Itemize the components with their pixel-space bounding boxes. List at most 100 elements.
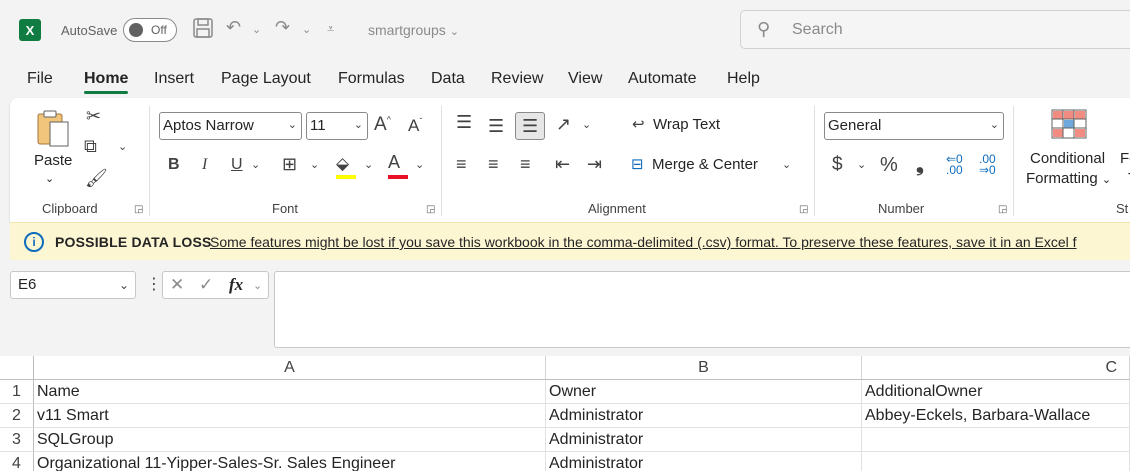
increase-indent-icon[interactable]: ⇥ bbox=[587, 154, 602, 175]
row-header[interactable]: 2 bbox=[0, 404, 34, 428]
insert-function-button[interactable]: fx bbox=[229, 275, 243, 295]
clipboard-launcher-icon[interactable]: ◲ bbox=[134, 204, 143, 215]
number-format-value: General bbox=[828, 117, 882, 134]
tab-file[interactable]: File bbox=[27, 70, 53, 88]
cell-a3[interactable]: SQLGroup bbox=[34, 428, 546, 452]
align-center-icon[interactable]: ≡ bbox=[488, 154, 499, 175]
formula-input[interactable] bbox=[274, 271, 1130, 348]
font-color-button[interactable]: A bbox=[388, 152, 408, 179]
align-left-icon[interactable]: ≡ bbox=[456, 154, 467, 175]
save-icon[interactable] bbox=[192, 17, 214, 44]
autosave-label: AutoSave bbox=[61, 23, 118, 38]
top-align-icon[interactable]: ☰ bbox=[456, 112, 472, 133]
font-name-select[interactable]: Aptos Narrow ⌄ bbox=[159, 112, 302, 140]
number-group-label: Number bbox=[878, 201, 925, 216]
cell-a2[interactable]: v11 Smart bbox=[34, 404, 546, 428]
cell-c4[interactable] bbox=[862, 452, 1130, 471]
column-header-a[interactable]: A bbox=[34, 356, 546, 380]
column-header-b[interactable]: B bbox=[546, 356, 862, 380]
redo-dropdown-icon[interactable]: ⌄ bbox=[302, 23, 311, 36]
percent-button[interactable]: % bbox=[880, 154, 898, 177]
toggle-knob bbox=[129, 23, 143, 37]
italic-button[interactable]: I bbox=[202, 156, 207, 174]
paste-button[interactable]: Paste ⌄ bbox=[34, 108, 74, 185]
search-box[interactable]: ⚲ Search bbox=[740, 10, 1130, 49]
fill-color-button[interactable]: ⬙ bbox=[336, 154, 356, 179]
undo-icon[interactable]: ↶ bbox=[226, 17, 241, 38]
currency-dropdown-icon[interactable]: ⌄ bbox=[857, 158, 866, 171]
tab-help[interactable]: Help bbox=[727, 70, 760, 88]
tab-home[interactable]: Home bbox=[84, 70, 129, 94]
borders-icon[interactable]: ⊞ bbox=[282, 154, 297, 175]
cell-c2[interactable]: Abbey-Eckels, Barbara-Wallace bbox=[862, 404, 1130, 428]
fill-color-dropdown-icon[interactable]: ⌄ bbox=[364, 158, 373, 171]
enter-icon[interactable]: ✓ bbox=[199, 275, 213, 295]
redo-icon[interactable]: ↷ bbox=[275, 17, 290, 38]
align-right-icon[interactable]: ≡ bbox=[520, 154, 531, 175]
bold-button[interactable]: B bbox=[168, 156, 180, 174]
borders-dropdown-icon[interactable]: ⌄ bbox=[310, 158, 319, 171]
orientation-icon[interactable]: ↗ bbox=[556, 114, 571, 135]
increase-font-size-icon[interactable]: A^ bbox=[374, 114, 391, 136]
copy-dropdown-icon[interactable]: ⌄ bbox=[118, 140, 127, 153]
middle-align-icon[interactable]: ☰ bbox=[488, 116, 504, 137]
comma-button[interactable]: ❟ bbox=[916, 154, 924, 177]
cell-c3[interactable] bbox=[862, 428, 1130, 452]
decrease-decimal-icon[interactable]: .00 ⇒0 bbox=[979, 153, 996, 176]
cell-b1[interactable]: Owner bbox=[546, 380, 862, 404]
tab-view[interactable]: View bbox=[568, 70, 602, 88]
merge-center-button[interactable]: ⊟ Merge & Center bbox=[631, 155, 758, 174]
select-all-corner[interactable] bbox=[0, 356, 34, 380]
customize-toolbar-icon[interactable]: ⩡ bbox=[327, 21, 334, 37]
tab-page-layout[interactable]: Page Layout bbox=[221, 70, 311, 88]
font-launcher-icon[interactable]: ◲ bbox=[426, 204, 435, 215]
row-header[interactable]: 1 bbox=[0, 380, 34, 404]
name-box[interactable]: E6 ⌄ bbox=[10, 271, 136, 299]
alignment-launcher-icon[interactable]: ◲ bbox=[799, 204, 808, 215]
font-group-label: Font bbox=[272, 201, 299, 216]
number-launcher-icon[interactable]: ◲ bbox=[998, 204, 1007, 215]
cell-b2[interactable]: Administrator bbox=[546, 404, 862, 428]
bottom-align-button[interactable]: ☰ bbox=[515, 112, 545, 140]
cell-c1[interactable]: AdditionalOwner bbox=[862, 380, 1130, 404]
format-painter-icon[interactable]: 🖌 bbox=[85, 168, 108, 189]
chevron-down-icon[interactable]: ⌄ bbox=[253, 279, 262, 292]
autosave-toggle[interactable]: Off bbox=[123, 18, 177, 42]
cell-b3[interactable]: Administrator bbox=[546, 428, 862, 452]
tab-data[interactable]: Data bbox=[431, 70, 465, 88]
info-icon: i bbox=[24, 232, 44, 252]
row-header[interactable]: 3 bbox=[0, 428, 34, 452]
decrease-font-size-icon[interactable]: Aˇ bbox=[408, 116, 422, 136]
format-as-table-label[interactable]: Fo bbox=[1120, 150, 1130, 167]
tab-insert[interactable]: Insert bbox=[154, 70, 194, 88]
row-header[interactable]: 4 bbox=[0, 452, 34, 471]
font-color-dropdown-icon[interactable]: ⌄ bbox=[415, 158, 424, 171]
merge-dropdown-icon[interactable]: ⌄ bbox=[782, 158, 791, 171]
tab-review[interactable]: Review bbox=[491, 70, 543, 88]
conditional-formatting-button[interactable]: Conditional Formatting ⌄ bbox=[1023, 108, 1118, 187]
more-options-icon[interactable]: ⋮ bbox=[146, 274, 162, 294]
cell-b4[interactable]: Administrator bbox=[546, 452, 862, 471]
conditional-formatting-label-2: Formatting bbox=[1026, 170, 1098, 187]
cut-icon[interactable]: ✂ bbox=[86, 106, 101, 127]
tab-automate[interactable]: Automate bbox=[628, 70, 696, 88]
decrease-indent-icon[interactable]: ⇤ bbox=[555, 154, 570, 175]
undo-dropdown-icon[interactable]: ⌄ bbox=[252, 23, 261, 36]
cell-a4[interactable]: Organizational 11-Yipper-Sales-Sr. Sales… bbox=[34, 452, 546, 471]
currency-button[interactable]: $ bbox=[832, 154, 843, 176]
number-format-select[interactable]: General ⌄ bbox=[824, 112, 1004, 140]
tab-formulas[interactable]: Formulas bbox=[338, 70, 405, 88]
wrap-text-button[interactable]: ↩ Wrap Text bbox=[632, 115, 720, 134]
orientation-dropdown-icon[interactable]: ⌄ bbox=[582, 118, 591, 131]
column-header-c[interactable]: C bbox=[862, 356, 1130, 380]
filename-dropdown[interactable]: smartgroups ⌄ bbox=[368, 22, 459, 38]
font-size-select[interactable]: 11 ⌄ bbox=[306, 112, 368, 140]
increase-decimal-icon[interactable]: ⇐0.00 bbox=[946, 153, 963, 176]
info-bar-message[interactable]: Some features might be lost if you save … bbox=[210, 234, 1077, 250]
underline-dropdown-icon[interactable]: ⌄ bbox=[251, 158, 260, 171]
cell-a1[interactable]: Name bbox=[34, 380, 546, 404]
cancel-icon[interactable]: ✕ bbox=[170, 275, 184, 295]
underline-button[interactable]: U bbox=[231, 156, 243, 174]
copy-icon[interactable]: ⧉ bbox=[84, 136, 97, 157]
bottom-align-icon: ☰ bbox=[522, 116, 539, 136]
